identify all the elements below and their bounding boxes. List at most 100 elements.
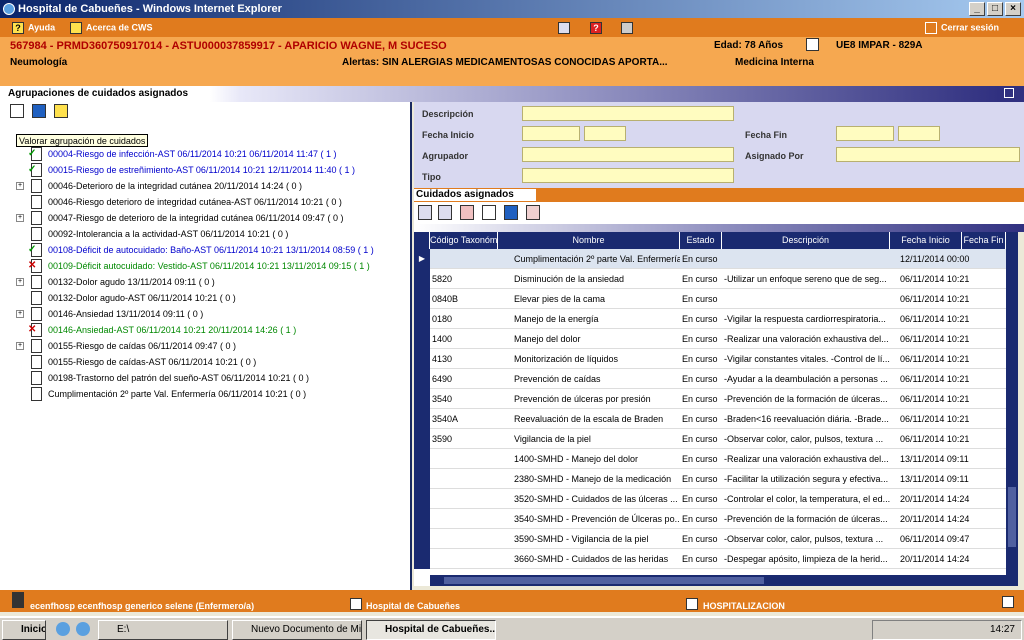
search-patient-button[interactable] (558, 22, 574, 34)
table-row[interactable]: 3540 Prevención de úlceras por presión En … (414, 389, 1006, 409)
tree-item[interactable]: +00132-Dolor agudo 13/11/2014 09:11 ( 0 … (0, 274, 408, 290)
vertical-scrollbar[interactable] (1006, 232, 1018, 586)
column-header[interactable]: Código Taxonómico (430, 232, 498, 249)
window-title: Hospital de Cabueñes - Windows Internet … (18, 3, 282, 15)
tree-item[interactable]: 00155-Riesgo de caídas-AST 06/11/2014 10… (0, 354, 408, 370)
grid-view-button[interactable] (482, 205, 496, 220)
fecha-fin-time-field[interactable] (898, 126, 940, 141)
table-row[interactable]: 2380-SMHD - Manejo de la medicación En cu… (414, 469, 1006, 489)
column-header[interactable]: Fecha Inicio (890, 232, 962, 249)
table-row[interactable]: 3540-SMHD - Prevención de Úlceras po... E… (414, 509, 1006, 529)
table-row[interactable]: 3540A Reevaluación de la escala de Braden… (414, 409, 1006, 429)
assess-group-button[interactable] (10, 104, 24, 118)
table-row[interactable]: 1400-SMHD - Manejo del dolor En curso -Rea… (414, 449, 1006, 469)
column-header[interactable]: Nombre (498, 232, 680, 249)
table-row[interactable]: 0180 Manejo de la energía En curso -Vigilar… (414, 309, 1006, 329)
row-selector[interactable] (414, 489, 430, 509)
sort-button[interactable] (504, 205, 518, 220)
row-selector[interactable] (414, 309, 430, 329)
table-row[interactable]: 3660-SMHD - Cuidados de las heridas En cu… (414, 549, 1006, 569)
taskbar-item-hospital[interactable]: Hospital de Cabueñes... (366, 620, 496, 640)
row-selector[interactable] (414, 429, 430, 449)
row-selector[interactable]: ▶ (414, 249, 430, 269)
expand-toggle[interactable]: + (16, 278, 24, 286)
tree-item[interactable]: 00198-Trastorno del patrón del sueño-AST… (0, 370, 408, 386)
row-selector[interactable] (414, 269, 430, 289)
maximize-button[interactable]: □ (987, 2, 1003, 16)
column-header[interactable]: Estado (680, 232, 722, 249)
note-button[interactable] (54, 104, 68, 118)
report-button[interactable] (526, 205, 540, 220)
tree-item[interactable]: +00047-Riesgo de deterioro de la integri… (0, 210, 408, 226)
tree-item[interactable]: ✕ 00146-Ansiedad-AST 06/11/2014 10:21 20/… (0, 322, 408, 338)
horizontal-scrollbar[interactable] (430, 575, 1006, 586)
row-selector[interactable] (414, 289, 430, 309)
ie-quicklaunch-icon[interactable] (56, 622, 70, 636)
row-selector[interactable] (414, 329, 430, 349)
agrupador-field[interactable] (522, 147, 734, 162)
table-row[interactable]: 3590 Vigilancia de la piel En curso -Observ… (414, 429, 1006, 449)
document-icon (31, 275, 42, 289)
table-row[interactable]: 1400 Manejo del dolor En curso -Realizar un… (414, 329, 1006, 349)
next-button[interactable] (32, 104, 46, 118)
print-button[interactable] (621, 22, 637, 34)
expand-toggle[interactable]: + (16, 310, 24, 318)
vertical-scroll-thumb[interactable] (1008, 487, 1016, 547)
row-selector[interactable] (414, 409, 430, 429)
row-selector[interactable] (414, 369, 430, 389)
tree-item[interactable]: 00092-Intolerancia a la actividad-AST 06… (0, 226, 408, 242)
fecha-inicio-date-field[interactable] (522, 126, 580, 141)
descripcion-field[interactable] (522, 106, 734, 121)
tree-item[interactable]: 00046-Riesgo deterioro de integridad cut… (0, 194, 408, 210)
taskbar-item-explorer[interactable]: E:\ (98, 620, 228, 640)
tree-item[interactable]: ✓ 00004-Riesgo de infección-AST 06/11/201… (0, 146, 408, 162)
table-row[interactable]: 6490 Prevención de caídas En curso -Ayudar … (414, 369, 1006, 389)
tree-item[interactable]: +00155-Riesgo de caídas 06/11/2014 09:47… (0, 338, 408, 354)
tree-item[interactable]: ✕ 00109-Déficit autocuidado: Vestido-AST … (0, 258, 408, 274)
fecha-inicio-time-field[interactable] (584, 126, 626, 141)
tree-item[interactable]: 00132-Dolor agudo-AST 06/11/2014 10:21 (… (0, 290, 408, 306)
close-button[interactable]: × (1005, 2, 1021, 16)
row-selector[interactable] (414, 449, 430, 469)
table-cell: 20/11/2014 14:24 (900, 514, 970, 524)
about-menu[interactable]: Acerca de CWS (70, 22, 153, 34)
start-button[interactable]: Inicio (2, 620, 46, 640)
minimize-button[interactable]: _ (969, 2, 985, 16)
tree-item[interactable]: ✓ 00108-Déficit de autocuidado: Baño-AST … (0, 242, 408, 258)
column-header[interactable]: Fecha Fin (962, 232, 1006, 249)
table-row[interactable]: ▶ Cumplimentación 2º parte Val. Enfermerí… (414, 249, 1006, 269)
help-button[interactable]: ? (590, 22, 606, 34)
row-selector[interactable] (414, 529, 430, 549)
search-care-button[interactable] (438, 205, 452, 220)
horizontal-scroll-thumb[interactable] (444, 577, 764, 584)
help-menu[interactable]: ? Ayuda (12, 22, 55, 34)
tipo-field[interactable] (522, 168, 734, 183)
refresh-icon[interactable] (1002, 596, 1014, 608)
column-header[interactable]: Descripción (722, 232, 890, 249)
delete-care-button[interactable] (460, 205, 474, 220)
expand-toggle[interactable]: + (16, 214, 24, 222)
table-row[interactable]: 0840B Elevar pies de la cama En curso 06/11… (414, 289, 1006, 309)
logout-button[interactable]: Cerrar sesión (925, 22, 999, 34)
maximize-panel-icon[interactable] (1004, 88, 1014, 98)
asignado-por-field[interactable] (836, 147, 1020, 162)
table-row[interactable]: 3590-SMHD - Vigilancia de la piel En curs… (414, 529, 1006, 549)
table-row[interactable]: 4130 Monitorización de líquidos En curso -V… (414, 349, 1006, 369)
expand-toggle[interactable]: + (16, 342, 24, 350)
taskbar-item-document[interactable]: Nuevo Documento de Mi... (232, 620, 362, 640)
tree-item[interactable]: ✓ 00015-Riesgo de estreñimiento-AST 06/11… (0, 162, 408, 178)
table-row[interactable]: 5820 Disminución de la ansiedad En curso -U… (414, 269, 1006, 289)
row-selector[interactable] (414, 549, 430, 569)
row-selector[interactable] (414, 469, 430, 489)
edit-care-button[interactable] (418, 205, 432, 220)
tree-item[interactable]: +00146-Ansiedad 13/11/2014 09:11 ( 0 ) (0, 306, 408, 322)
tree-item[interactable]: +00046-Deterioro de la integridad cutáne… (0, 178, 408, 194)
expand-toggle[interactable]: + (16, 182, 24, 190)
ie-quicklaunch-icon-2[interactable] (76, 622, 90, 636)
table-row[interactable]: 3520-SMHD - Cuidados de las úlceras ... E… (414, 489, 1006, 509)
row-selector[interactable] (414, 349, 430, 369)
fecha-fin-date-field[interactable] (836, 126, 894, 141)
row-selector[interactable] (414, 389, 430, 409)
tree-item[interactable]: Cumplimentación 2º parte Val. Enfermería… (0, 386, 408, 402)
row-selector[interactable] (414, 509, 430, 529)
